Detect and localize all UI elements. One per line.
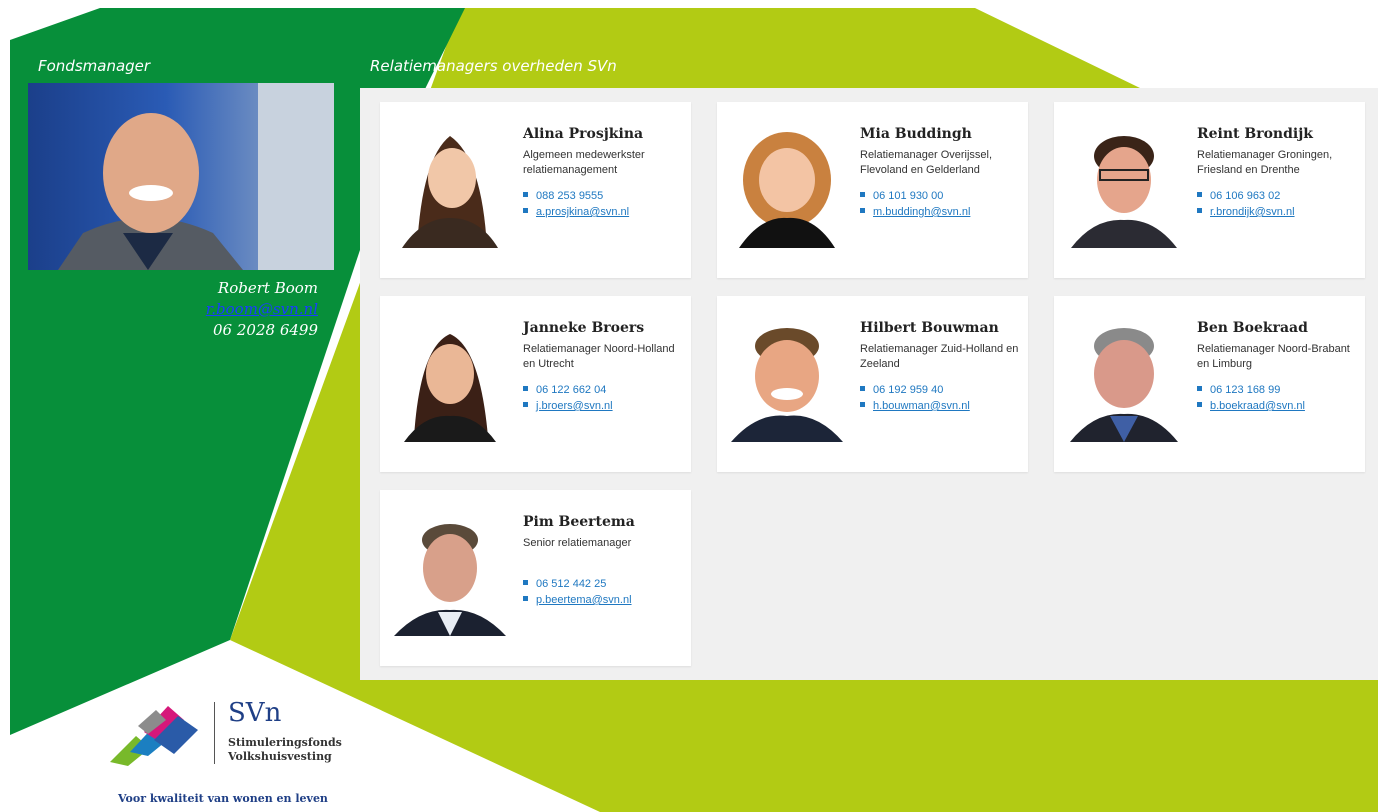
bullet-icon [1197, 208, 1202, 213]
person-role: Relatiemanager Overijssel, Flevoland en … [860, 149, 993, 176]
person-name: Mia Buddingh [860, 126, 972, 142]
bullet-icon [523, 580, 528, 585]
person-card-buddingh: Mia Buddingh Relatiemanager Overijssel, … [717, 102, 1028, 278]
person-name: Ben Boekraad [1197, 320, 1308, 336]
person-email-link[interactable]: h.bouwman@svn.nl [860, 400, 970, 412]
bullet-icon [523, 402, 528, 407]
person-photo [394, 524, 506, 636]
bullet-icon [523, 192, 528, 197]
bullet-icon [1197, 386, 1202, 391]
relatiemanagers-panel: Alina Prosjkina Algemeen medewerkster re… [360, 88, 1378, 680]
person-role: Relatiemanager Groningen, Friesland en D… [1197, 149, 1333, 176]
person-card-beertema: Pim Beertema Senior relatiemanager 06 51… [380, 490, 691, 666]
person-phone: 088 253 9555 [523, 190, 603, 202]
person-photo [739, 132, 835, 248]
fondsmanager-email-link[interactable]: r.boom@svn.nl [206, 300, 318, 318]
bullet-icon [1197, 402, 1202, 407]
person-email-link[interactable]: j.broers@svn.nl [523, 400, 613, 412]
relatiemanagers-label: Relatiemanagers overheden SVn [370, 57, 617, 75]
person-email-link[interactable]: r.brondijk@svn.nl [1197, 206, 1295, 218]
bullet-icon [523, 596, 528, 601]
bullet-icon [523, 386, 528, 391]
person-role: Relatiemanager Zuid-Holland en Zeeland [860, 343, 1019, 370]
bullet-icon [523, 208, 528, 213]
person-email-link[interactable]: a.prosjkina@svn.nl [523, 206, 629, 218]
person-phone: 06 512 442 25 [523, 578, 606, 590]
person-role: Relatiemanager Noord-Brabant en Limburg [1197, 343, 1350, 370]
person-card-bouwman: Hilbert Bouwman Relatiemanager Zuid-Holl… [717, 296, 1028, 472]
person-role: Algemeen medewerkster relatiemanagement [523, 149, 645, 176]
person-phone: 06 123 168 99 [1197, 384, 1280, 396]
fondsmanager-phone: 06 2028 6499 [213, 321, 318, 339]
person-phone: 06 192 959 40 [860, 384, 943, 396]
logo-subtitle-2: Volkshuisvesting [228, 750, 332, 763]
logo-tagline: Voor kwaliteit van wonen en leven [118, 792, 328, 805]
person-photo [404, 334, 496, 442]
bullet-icon [860, 192, 865, 197]
person-name: Pim Beertema [523, 514, 635, 530]
person-email-link[interactable]: m.buddingh@svn.nl [860, 206, 970, 218]
logo-subtitle-1: Stimuleringsfonds [228, 736, 342, 749]
person-name: Reint Brondijk [1197, 126, 1313, 142]
person-phone: 06 122 662 04 [523, 384, 606, 396]
logo-name: SVn [228, 698, 282, 728]
person-card-broers: Janneke Broers Relatiemanager Noord-Holl… [380, 296, 691, 472]
person-name: Janneke Broers [523, 320, 645, 336]
fondsmanager-photo [28, 83, 334, 270]
bullet-icon [1197, 192, 1202, 197]
person-photo [1070, 328, 1178, 442]
person-role: Senior relatiemanager [523, 537, 632, 549]
person-role: Relatiemanager Noord-Holland en Utrecht [523, 343, 675, 370]
person-phone: 06 106 963 02 [1197, 190, 1280, 202]
person-name: Hilbert Bouwman [860, 320, 999, 336]
person-photo [731, 328, 843, 442]
person-email-link[interactable]: b.boekraad@svn.nl [1197, 400, 1305, 412]
person-phone: 06 101 930 00 [860, 190, 943, 202]
person-photo [1071, 136, 1177, 248]
person-photo [402, 136, 498, 248]
person-email-link[interactable]: p.beertema@svn.nl [523, 594, 632, 606]
fondsmanager-name: Robert Boom [217, 279, 318, 297]
person-card-prosjkina: Alina Prosjkina Algemeen medewerkster re… [380, 102, 691, 278]
bullet-icon [860, 402, 865, 407]
bullet-icon [860, 386, 865, 391]
person-card-brondijk: Reint Brondijk Relatiemanager Groningen,… [1054, 102, 1365, 278]
person-name: Alina Prosjkina [523, 126, 644, 142]
fondsmanager-label: Fondsmanager [38, 57, 151, 75]
person-card-boekraad: Ben Boekraad Relatiemanager Noord-Braban… [1054, 296, 1365, 472]
bullet-icon [860, 208, 865, 213]
